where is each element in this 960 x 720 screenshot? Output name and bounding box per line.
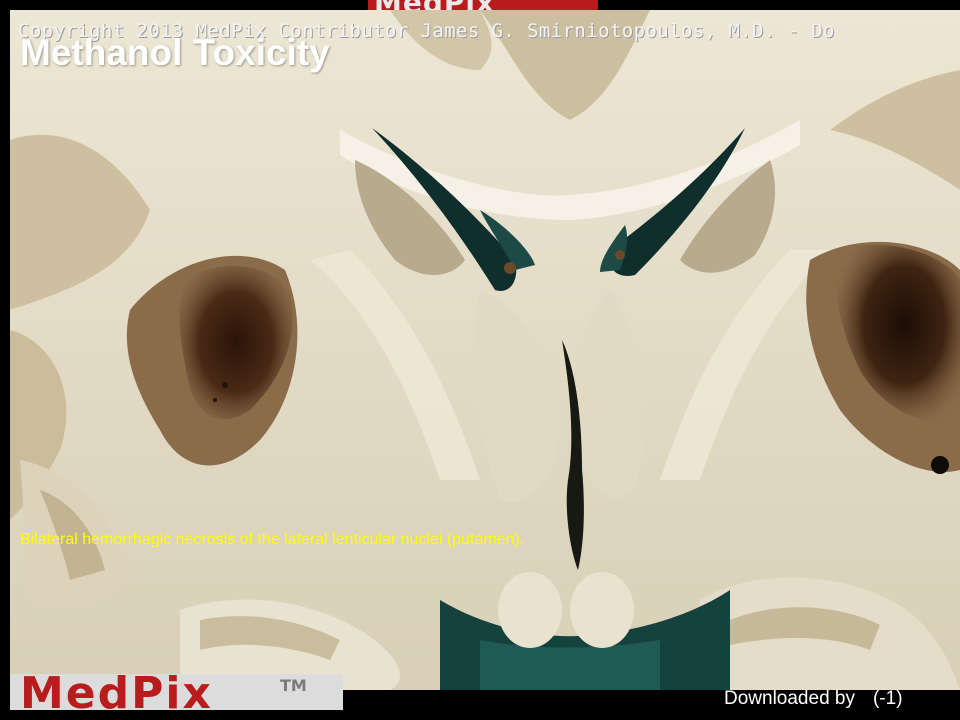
slide: MedPix (0, 0, 960, 720)
medpix-logo-trademark: TM (280, 676, 307, 695)
downloaded-by-value: (-1) (872, 688, 903, 709)
medpix-logo-word: MedPix (20, 674, 213, 710)
slide-caption: Bilateral hemorrhagic necrosis of the la… (20, 531, 525, 548)
medpix-logo-bottom: MedPix TM (10, 674, 343, 710)
slide-title: Methanol Toxicity (20, 32, 330, 73)
brain-coronal-section-image (10, 10, 960, 690)
downloaded-by-label: Downloaded by (724, 688, 855, 709)
downloaded-by-footer: Downloaded by (-1) (724, 688, 903, 710)
brain-specimen-photo (10, 10, 960, 690)
